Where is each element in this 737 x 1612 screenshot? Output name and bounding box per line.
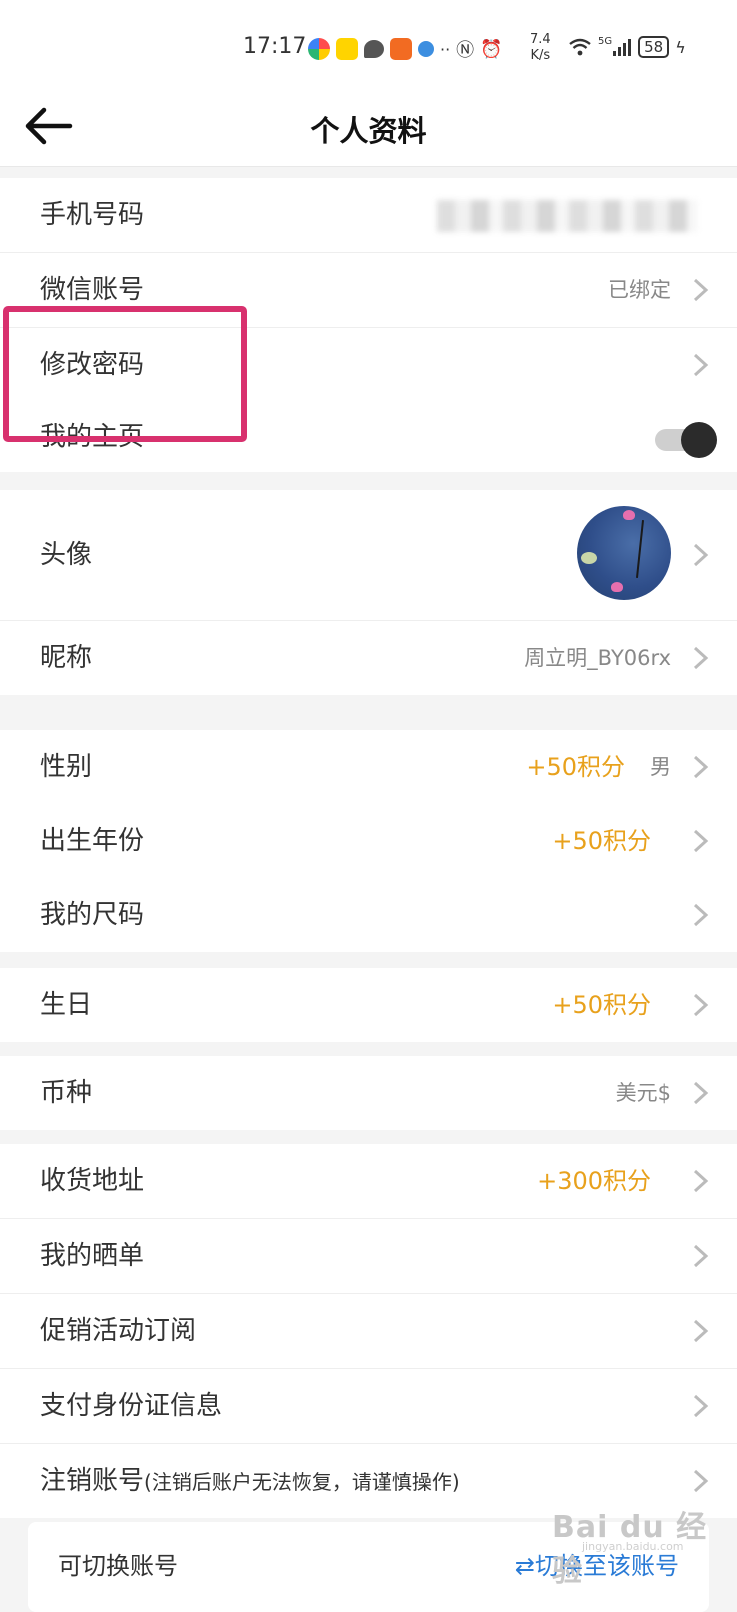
wechat-status: 已绑定	[608, 278, 671, 302]
app-notification-icon	[418, 41, 434, 57]
page-title: 个人资料	[310, 114, 427, 148]
wifi-icon	[569, 38, 591, 56]
nickname-value: 周立明_BY06rx	[524, 646, 671, 670]
status-bar: 17:17 ·· Ⓝ ⏰ 7.4 K/s 5G 58 ϟ	[0, 0, 737, 88]
phone-row: 手机号码	[0, 178, 737, 253]
chevron-right-icon	[693, 278, 709, 302]
chevron-right-icon	[693, 755, 709, 779]
birthday-points: +50积分	[552, 991, 651, 1019]
chevron-right-icon	[693, 829, 709, 853]
more-dots-icon: ··	[440, 39, 451, 59]
currency-section: 币种 美元$	[0, 1056, 737, 1130]
chevron-right-icon	[693, 993, 709, 1017]
currency-row[interactable]: 币种 美元$	[0, 1056, 737, 1130]
payment-id-label: 支付身份证信息	[40, 1391, 223, 1421]
chat-bubble-icon	[364, 40, 384, 58]
chevron-right-icon	[693, 646, 709, 670]
app-notification-icon	[308, 38, 330, 60]
notification-icons: ·· Ⓝ ⏰	[308, 36, 503, 62]
homepage-row: 我的主页	[0, 402, 737, 472]
gender-label: 性别	[40, 752, 93, 782]
page-header: 个人资料	[0, 88, 737, 167]
phone-number-redacted	[437, 200, 697, 232]
charging-icon: ϟ	[675, 37, 686, 57]
more-section: 收货地址 +300积分 我的晒单 促销活动订阅 支付身份证信息 注销账号(注销后…	[0, 1144, 737, 1518]
address-points: +300积分	[537, 1167, 651, 1195]
payment-id-row[interactable]: 支付身份证信息	[0, 1369, 737, 1444]
birth-year-label: 出生年份	[40, 826, 145, 856]
nickname-label: 昵称	[40, 643, 93, 673]
currency-label: 币种	[40, 1078, 93, 1108]
gender-row[interactable]: 性别 +50积分 男	[0, 730, 737, 804]
birth-year-row[interactable]: 出生年份 +50积分	[0, 804, 737, 878]
signal-type: 5G	[598, 36, 613, 47]
chevron-right-icon	[693, 1469, 709, 1493]
size-row[interactable]: 我的尺码	[0, 878, 737, 952]
chevron-right-icon	[693, 1319, 709, 1343]
cancel-account-note: (注销后账户无法恢复，请谨慎操作)	[144, 1470, 460, 1494]
address-row[interactable]: 收货地址 +300积分	[0, 1144, 737, 1219]
account-section: 手机号码 微信账号 已绑定 修改密码 我的主页	[0, 178, 737, 472]
birthday-row[interactable]: 生日 +50积分	[0, 968, 737, 1042]
status-right: 5G 58 ϟ	[568, 36, 686, 58]
gender-value: 男	[650, 755, 671, 779]
change-password-label: 修改密码	[40, 350, 145, 380]
size-label: 我的尺码	[40, 900, 145, 930]
nickname-row[interactable]: 昵称 周立明_BY06rx	[0, 621, 737, 695]
birthday-section: 生日 +50积分	[0, 968, 737, 1042]
alarm-icon: ⏰	[480, 38, 503, 60]
profile-section: 头像 昵称 周立明_BY06rx	[0, 490, 737, 695]
nfc-icon: Ⓝ	[456, 40, 475, 61]
avatar[interactable]	[577, 506, 671, 600]
chevron-right-icon	[693, 1244, 709, 1268]
chevron-right-icon	[693, 543, 709, 567]
homepage-toggle[interactable]	[655, 422, 717, 458]
battery-indicator: 58	[638, 36, 670, 58]
wechat-row[interactable]: 微信账号 已绑定	[0, 253, 737, 328]
chevron-right-icon	[693, 1081, 709, 1105]
gender-points: +50积分	[526, 753, 625, 781]
cancel-account-label: 注销账号(注销后账户无法恢复，请谨慎操作)	[40, 1466, 460, 1496]
birth-year-points: +50积分	[552, 827, 651, 855]
wechat-label: 微信账号	[40, 275, 145, 305]
chevron-right-icon	[693, 1169, 709, 1193]
phone-label: 手机号码	[40, 200, 145, 230]
avatar-row[interactable]: 头像	[0, 490, 737, 621]
chevron-right-icon	[693, 353, 709, 377]
promo-subscription-label: 促销活动订阅	[40, 1316, 197, 1346]
chevron-right-icon	[693, 903, 709, 927]
network-speed: 7.4 K/s	[530, 32, 551, 63]
reviews-row[interactable]: 我的晒单	[0, 1219, 737, 1294]
change-password-row[interactable]: 修改密码	[0, 328, 737, 402]
birthday-label: 生日	[40, 990, 93, 1020]
switch-account-label: 可切换账号	[58, 1552, 178, 1580]
promo-subscription-row[interactable]: 促销活动订阅	[0, 1294, 737, 1369]
avatar-label: 头像	[40, 540, 93, 570]
reviews-label: 我的晒单	[40, 1241, 145, 1271]
currency-value: 美元$	[615, 1081, 671, 1105]
chevron-right-icon	[693, 1394, 709, 1418]
yy-app-icon	[336, 38, 358, 60]
signal-bars-icon	[613, 39, 632, 56]
app-notification-icon	[390, 38, 412, 60]
details-section: 性别 +50积分 男 出生年份 +50积分 我的尺码	[0, 730, 737, 952]
status-time: 17:17	[243, 34, 307, 59]
homepage-label: 我的主页	[40, 422, 145, 452]
baidu-watermark-url: jingyan.baidu.com	[582, 1540, 684, 1553]
address-label: 收货地址	[40, 1166, 145, 1196]
